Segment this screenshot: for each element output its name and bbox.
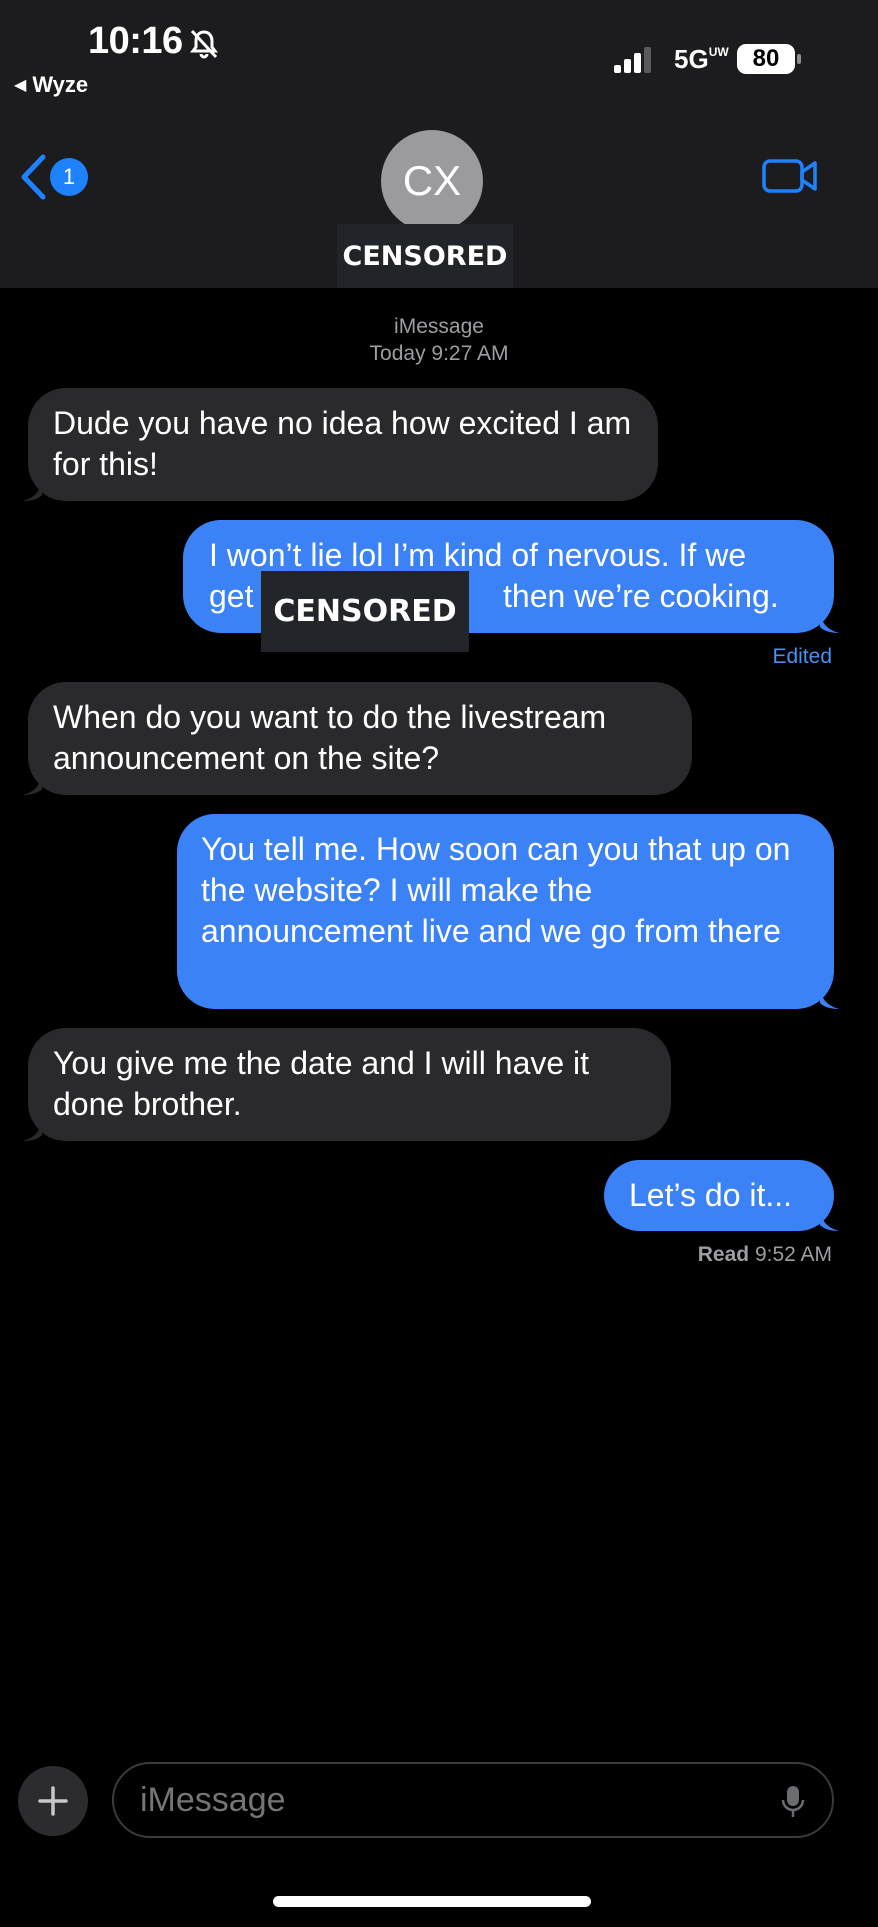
message-text: You tell me. How soon can you that up on… — [201, 831, 791, 949]
back-app-label: Wyze — [32, 72, 89, 97]
network-type: 5G — [674, 44, 709, 74]
message-line: I won’t lie lol I’m kind of nervous. If … — [209, 537, 747, 573]
message-text: Dude you have no idea how excited I am f… — [53, 405, 632, 482]
plus-icon — [38, 1786, 68, 1816]
add-attachment-button[interactable] — [18, 1766, 88, 1836]
bubble-tail — [22, 481, 42, 501]
read-label: Read — [697, 1243, 750, 1266]
cellular-signal-icon — [614, 47, 651, 73]
message-bubble-received[interactable]: When do you want to do the livestream an… — [22, 682, 692, 795]
message-bubble-received[interactable]: Dude you have no idea how excited I am f… — [22, 388, 658, 501]
contact-name-censored[interactable]: CENSORED — [337, 224, 513, 288]
chevron-left-icon — [21, 154, 46, 200]
back-button[interactable]: 1 — [18, 152, 90, 202]
redaction-label: CENSORED — [261, 571, 469, 652]
message-text: Let’s do it... — [629, 1177, 793, 1213]
home-indicator[interactable] — [273, 1896, 591, 1907]
bubble-tail — [22, 775, 42, 795]
conversation-header: 10:16 ◀ Wyze 5GUW 80 1 CX CENSORED — [0, 0, 878, 288]
message-bubble-sent[interactable]: You tell me. How soon can you that up on… — [177, 814, 840, 1009]
bubble-tail — [820, 1211, 840, 1231]
message-text: get — [209, 578, 254, 614]
edited-label[interactable]: Edited — [772, 645, 832, 669]
back-to-app-link[interactable]: ◀ Wyze — [14, 72, 88, 98]
thread-service-label: iMessage — [394, 315, 484, 338]
message-bubble-received[interactable]: You give me the date and I will have it … — [22, 1028, 671, 1141]
read-receipt: Read 9:52 AM — [698, 1243, 832, 1267]
avatar-initials: CX — [402, 157, 462, 204]
contact-avatar[interactable]: CX — [381, 130, 483, 232]
network-indicator: 5GUW — [674, 44, 729, 75]
message-text: When do you want to do the livestream an… — [53, 699, 607, 776]
thread-timestamp: Today 9:27 AM — [369, 342, 509, 365]
status-time: 10:16 — [88, 20, 183, 62]
unread-badge: 1 — [50, 158, 88, 196]
message-input[interactable] — [140, 1781, 583, 1820]
message-bubble-sent[interactable]: Let’s do it... — [604, 1160, 840, 1231]
bubble-tail — [820, 989, 840, 1009]
message-text: You give me the date and I will have it … — [53, 1045, 590, 1122]
battery-nub — [797, 54, 801, 64]
microphone-icon[interactable] — [780, 1784, 806, 1820]
bubble-tail — [22, 1121, 42, 1141]
messages-screen: 10:16 ◀ Wyze 5GUW 80 1 CX CENSORED iMess… — [0, 0, 878, 1927]
video-call-icon[interactable] — [762, 156, 818, 196]
network-band: UW — [708, 45, 729, 59]
read-time: 9:52 AM — [754, 1243, 832, 1266]
bell-slash-icon — [190, 29, 218, 59]
message-text: then we’re cooking. — [503, 578, 779, 614]
battery-level: 80 — [737, 44, 795, 74]
bubble-tail — [820, 613, 840, 633]
message-input-field[interactable] — [112, 1762, 834, 1838]
